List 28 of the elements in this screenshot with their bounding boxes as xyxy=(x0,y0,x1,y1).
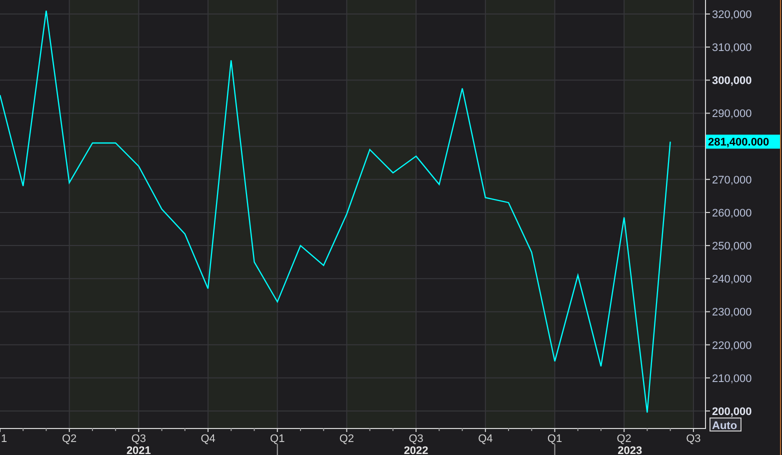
x-axis-label: Q1 xyxy=(270,433,285,445)
year-label: 2022 xyxy=(404,445,428,455)
x-axis-label: Q1 xyxy=(547,433,562,445)
y-axis-label: 220,000 xyxy=(712,340,752,352)
x-axis-label: Q3 xyxy=(686,433,701,445)
y-axis-label: 290,000 xyxy=(712,108,752,120)
x-axis-label: Q3 xyxy=(131,433,146,445)
y-axis-label: 230,000 xyxy=(712,306,752,319)
x-axis-label: Q2 xyxy=(62,433,77,445)
y-axis-label: 270,000 xyxy=(712,174,752,186)
y-axis-label: 300,000 xyxy=(712,75,752,88)
x-axis-label: Q2 xyxy=(339,433,354,445)
y-axis-label: 240,000 xyxy=(712,274,752,286)
y-axis-label: 260,000 xyxy=(712,207,752,220)
x-axis-label: Q4 xyxy=(478,433,493,445)
y-axis-label: 250,000 xyxy=(712,240,752,253)
year-label: 2021 xyxy=(126,445,151,455)
auto-scale-button[interactable]: Auto xyxy=(710,418,742,432)
y-axis-label: 210,000 xyxy=(712,372,752,385)
x-axis-label: Q4 xyxy=(200,433,216,445)
y-axis-label: 200,000 xyxy=(712,406,752,418)
last-value-label: 281,400.000 xyxy=(706,134,780,149)
x-axis-label: Q2 xyxy=(616,433,632,445)
x-axis-label: Q3 xyxy=(408,433,424,445)
year-label: 2023 xyxy=(618,445,642,455)
x-axis-label: 1 xyxy=(1,433,8,445)
y-axis-label: 320,000 xyxy=(712,9,752,21)
y-axis-label: 310,000 xyxy=(712,42,752,54)
